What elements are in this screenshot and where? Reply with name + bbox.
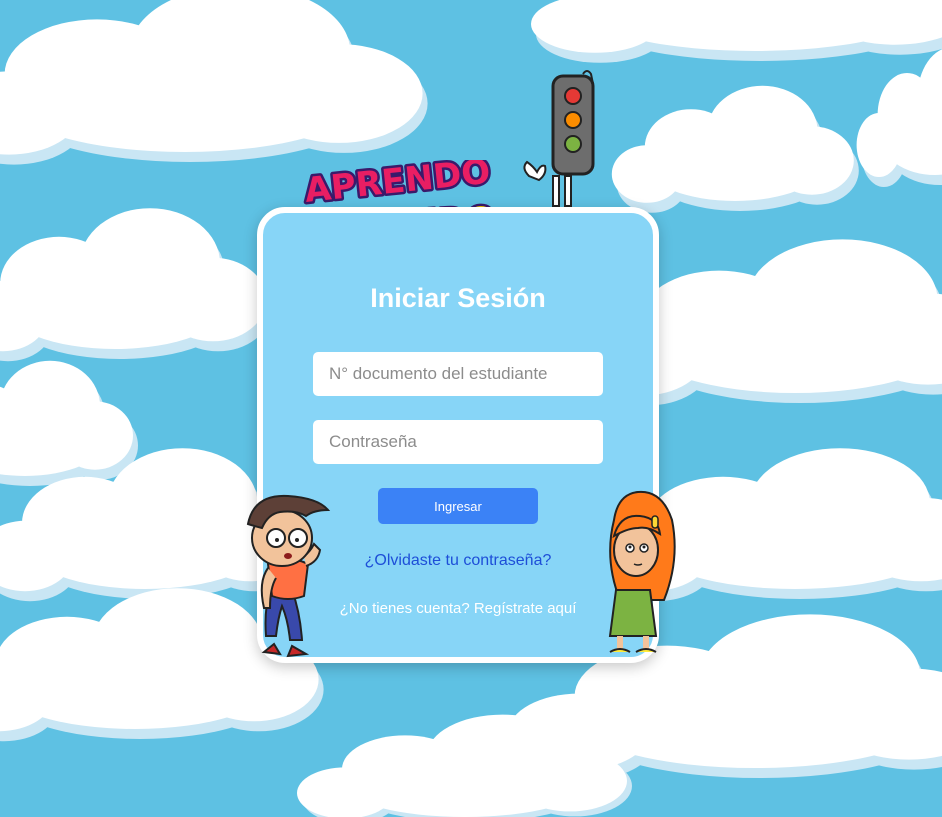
password-input[interactable]	[313, 420, 603, 464]
student-document-input[interactable]	[313, 352, 603, 396]
boy-character-icon	[246, 494, 331, 658]
traffic-light-icon	[523, 70, 595, 207]
login-button[interactable]: Ingresar	[378, 488, 538, 524]
page-title: Iniciar Sesión	[370, 283, 546, 313]
girl-character-icon	[608, 490, 676, 653]
